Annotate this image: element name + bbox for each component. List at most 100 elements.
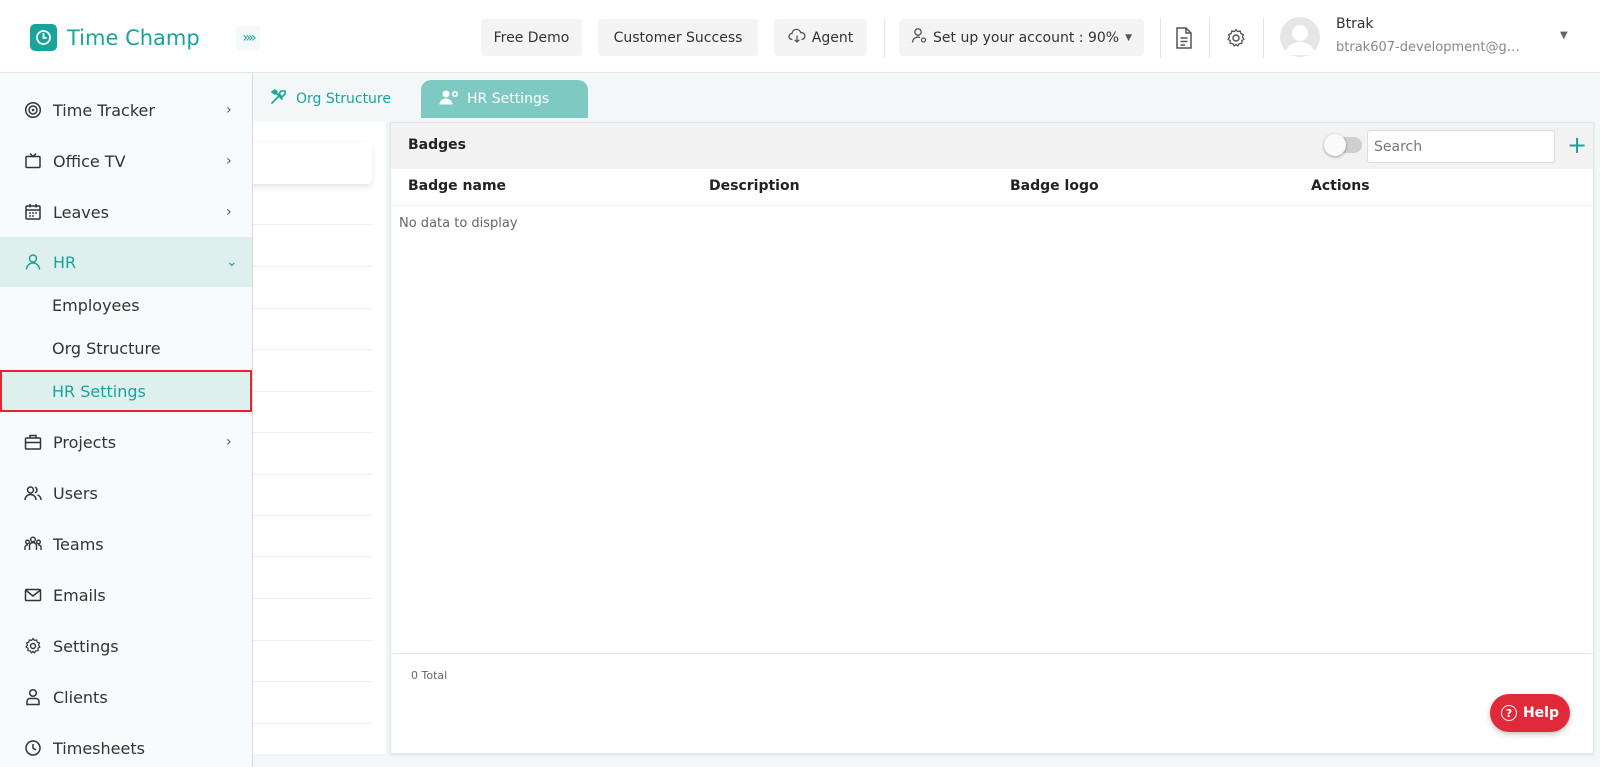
user-menu-caret-icon[interactable]: ▼ — [1560, 30, 1568, 41]
clock-logo-icon — [30, 24, 57, 51]
gear-icon[interactable] — [1222, 24, 1250, 52]
chevron-right-icon: › — [226, 204, 232, 220]
tools-icon — [270, 88, 288, 109]
sidebar-item-label: HR Settings — [52, 381, 146, 401]
target-icon — [24, 101, 42, 119]
calendar-icon — [24, 203, 42, 221]
gear-icon — [24, 637, 42, 655]
settings-list-divider — [250, 681, 372, 682]
clock-icon — [24, 739, 42, 757]
customer-success-label: Customer Success — [613, 29, 743, 46]
setup-account-dropdown[interactable]: Set up your account : 90% ▼ — [899, 19, 1144, 56]
sidebar-item-label: Users — [53, 483, 98, 503]
settings-list-divider — [250, 723, 372, 724]
tab-label: HR Settings — [467, 91, 550, 107]
tab-hr-settings[interactable]: HR Settings — [421, 80, 588, 118]
cloud-download-icon — [788, 28, 806, 48]
column-header-badge-name[interactable]: Badge name — [408, 178, 506, 194]
settings-list-divider — [250, 474, 372, 475]
help-label: Help — [1522, 705, 1560, 721]
chevron-right-icon: › — [226, 434, 232, 450]
badges-card-header: Badges + — [391, 123, 1593, 169]
sidebar-item-label: Org Structure — [52, 338, 161, 358]
chevron-down-icon: ⌄ — [226, 254, 238, 270]
free-demo-label: Free Demo — [493, 29, 570, 46]
user-name: Btrak — [1336, 16, 1374, 32]
user-icon — [24, 253, 42, 271]
column-header-badge-logo[interactable]: Badge logo — [1010, 178, 1099, 194]
sidebar-subitem-employees[interactable]: Employees — [0, 284, 252, 326]
agent-label: Agent — [811, 29, 854, 46]
sidebar-item-time-tracker[interactable]: Time Tracker › — [0, 85, 252, 135]
top-bar: Time Champ »» Free Demo Customer Success… — [0, 0, 1600, 73]
sidebar-subitem-org-structure[interactable]: Org Structure — [0, 327, 252, 369]
sidebar-item-teams[interactable]: Teams — [0, 519, 252, 569]
sidebar-item-projects[interactable]: Projects › — [0, 417, 252, 467]
client-icon — [24, 688, 42, 706]
settings-list-divider — [250, 308, 372, 309]
topbar-divider — [1160, 18, 1161, 58]
briefcase-icon — [24, 433, 42, 451]
settings-list-divider — [250, 349, 372, 350]
document-icon[interactable] — [1170, 24, 1198, 52]
add-badge-button[interactable]: + — [1565, 131, 1589, 159]
app-name: Time Champ — [67, 25, 200, 50]
help-button[interactable]: ? Help — [1490, 694, 1570, 732]
sidebar-item-users[interactable]: Users — [0, 468, 252, 518]
sidebar-item-label: Clients — [53, 687, 108, 707]
team-icon — [24, 535, 42, 553]
sidebar-item-label: Time Tracker — [53, 100, 155, 120]
user-setup-icon — [911, 27, 927, 48]
agent-button[interactable]: Agent — [774, 19, 867, 56]
sidebar-item-label: Teams — [53, 534, 104, 554]
sidebar-item-label: Emails — [53, 585, 106, 605]
app-logo[interactable]: Time Champ — [30, 24, 200, 51]
topbar-divider — [1209, 18, 1210, 58]
empty-table-message: No data to display — [399, 216, 518, 231]
user-gear-icon — [439, 89, 459, 109]
settings-list-divider — [250, 515, 372, 516]
sidebar-item-label: Timesheets — [53, 738, 145, 758]
sidebar-item-hr[interactable]: HR ⌄ — [0, 237, 252, 287]
user-email: btrak607-development@gm... — [1336, 40, 1526, 55]
free-demo-button[interactable]: Free Demo — [481, 19, 582, 56]
table-header-divider — [391, 205, 1593, 206]
sidebar-item-settings[interactable]: Settings — [0, 621, 252, 671]
total-count: 0 Total — [411, 669, 448, 682]
settings-list-divider — [250, 432, 372, 433]
caret-down-icon: ▼ — [1125, 32, 1132, 43]
settings-list-header — [250, 142, 372, 184]
question-circle-icon: ? — [1500, 705, 1517, 721]
chevron-right-icon: › — [226, 102, 232, 118]
sidebar-item-office-tv[interactable]: Office TV › — [0, 136, 252, 186]
sidebar-item-clients[interactable]: Clients — [0, 672, 252, 722]
tab-org-structure[interactable]: Org Structure — [252, 80, 409, 118]
topbar-divider — [884, 18, 885, 58]
toggle-knob — [1324, 134, 1346, 156]
column-header-description[interactable]: Description — [709, 178, 800, 194]
chevron-right-icon: › — [226, 153, 232, 169]
settings-list-divider — [250, 598, 372, 599]
sidebar-item-label: HR — [53, 252, 77, 272]
sidebar-item-label: Settings — [53, 636, 119, 656]
user-avatar[interactable] — [1280, 17, 1320, 57]
sidebar-item-emails[interactable]: Emails — [0, 570, 252, 620]
tv-icon — [24, 152, 42, 170]
settings-list-panel — [250, 122, 386, 754]
settings-list-divider — [250, 640, 372, 641]
sidebar-subitem-hr-settings[interactable]: HR Settings — [0, 370, 252, 412]
topbar-divider — [1263, 18, 1264, 58]
archive-toggle[interactable] — [1324, 134, 1362, 156]
search-input[interactable] — [1367, 130, 1555, 163]
sidebar-item-leaves[interactable]: Leaves › — [0, 187, 252, 237]
settings-list-divider — [250, 391, 372, 392]
mail-icon — [24, 586, 42, 604]
sidebar-item-timesheets[interactable]: Timesheets — [0, 723, 252, 767]
sidebar-item-label: Leaves — [53, 202, 109, 222]
setup-account-label: Set up your account : 90% — [933, 29, 1120, 46]
table-footer-divider — [391, 653, 1593, 654]
customer-success-button[interactable]: Customer Success — [598, 19, 758, 56]
settings-list-divider — [250, 556, 372, 557]
collapse-sidebar-button[interactable]: »» — [236, 26, 260, 50]
badges-card: Badges + Badge name Description Badge lo… — [390, 122, 1594, 754]
